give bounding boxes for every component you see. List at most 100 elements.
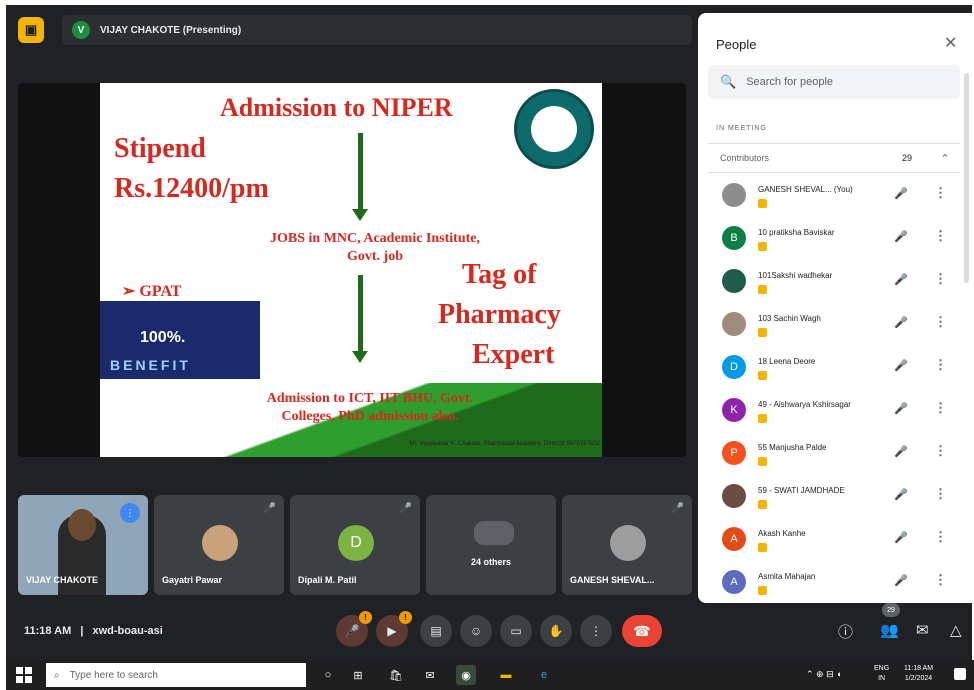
more-options-icon[interactable]: ⋮	[934, 443, 947, 459]
contributor-badge-icon	[758, 457, 767, 466]
more-options-icon[interactable]: ⋮	[934, 271, 947, 287]
participant-name: 101Sakshi wadhekar	[758, 271, 833, 280]
notification-icon[interactable]	[954, 668, 966, 680]
contributors-label: Contributors	[720, 153, 770, 163]
mail-icon[interactable]: ✉	[420, 665, 440, 685]
participant-row[interactable]: B 10 pratiksha Baviskar 🎤 ⋮	[698, 220, 964, 263]
mic-off-icon: 🎤	[894, 403, 908, 415]
mic-off-icon: 🎤	[894, 317, 908, 329]
present-button[interactable]: ▭	[500, 615, 532, 647]
slide-footer: Mr. Vijaykumar K. Chakote. Pharmastar Ac…	[409, 441, 600, 447]
participant-tile[interactable]: 🎤 GANESH SHEVAL...	[562, 495, 692, 595]
info-icon[interactable]: ⓘ	[838, 621, 853, 642]
emoji-button[interactable]: ☺	[460, 615, 492, 647]
more-options-button[interactable]: ⋮	[580, 615, 612, 647]
language-indicator[interactable]: ENG IN	[874, 664, 889, 684]
chrome-icon[interactable]: ◉	[456, 665, 476, 685]
self-video-head	[68, 509, 96, 541]
participant-row[interactable]: 101Sakshi wadhekar 🎤 ⋮	[698, 263, 964, 306]
meeting-info: 11:18 AM | xwd-boau-asi	[24, 625, 163, 637]
mic-button[interactable]: 🎤!	[336, 611, 372, 647]
participant-tile[interactable]: 🎤 D Dipali M. Patil	[290, 495, 420, 595]
others-count: 24 others	[470, 557, 512, 567]
slide-admission-line1: Admission to ICT, IIT BHU, Govt.	[266, 391, 474, 406]
captions-button[interactable]: ▤	[420, 615, 452, 647]
more-options-icon[interactable]: ⋮	[934, 357, 947, 373]
participant-row[interactable]: K 49 - Aishwarya Kshirsagar 🎤 ⋮	[698, 392, 964, 435]
file-explorer-icon[interactable]: ▬	[496, 665, 516, 685]
participant-row[interactable]: 59 - SWATI JAMDHADE 🎤 ⋮	[698, 478, 964, 521]
contributor-badge-icon	[758, 285, 767, 294]
search-icon: ⌕	[54, 669, 60, 681]
activities-icon[interactable]: △	[950, 621, 962, 639]
windows-start-icon[interactable]	[16, 667, 32, 683]
avatar	[202, 525, 238, 561]
group-avatars-icon	[474, 521, 514, 545]
store-icon[interactable]: 🛍	[386, 665, 406, 685]
benefit-percent: 100%.	[140, 329, 186, 346]
contributor-badge-icon	[758, 242, 767, 251]
slide-tag-line3: Expert	[472, 339, 555, 370]
presentation-stage: Admission to NIPER Stipend Rs.12400/pm J…	[18, 83, 686, 457]
avatar	[722, 312, 746, 336]
chevron-up-icon[interactable]: ⌃	[930, 152, 960, 165]
people-icon[interactable]: 👥	[880, 621, 899, 639]
participant-row[interactable]: P 55 Manjusha Palde 🎤 ⋮	[698, 435, 964, 478]
search-input[interactable]	[746, 76, 947, 88]
participant-row[interactable]: GANESH SHEVAL... (You) 🎤 ⋮	[698, 177, 964, 220]
participant-row[interactable]: 103 Sachin Wagh 🎤 ⋮	[698, 306, 964, 349]
more-options-icon[interactable]: ⋮	[934, 185, 947, 201]
participant-tile-others[interactable]: 24 others	[426, 495, 556, 595]
contributors-count: 29	[902, 153, 913, 163]
presenter-avatar: V	[72, 21, 90, 39]
panel-title: People	[716, 37, 757, 52]
mic-off-icon: 🎤	[399, 503, 412, 514]
contributor-badge-icon	[758, 543, 767, 552]
avatar: D	[722, 355, 746, 379]
taskbar-clock[interactable]: 11:18 AM 1/2/2024	[904, 664, 933, 684]
participant-row[interactable]: D 18 Leena Deore 🎤 ⋮	[698, 349, 964, 392]
contributors-group[interactable]: Contributors 29 ⌃	[708, 143, 960, 173]
language-region: IN	[878, 675, 886, 682]
more-options-icon[interactable]: ⋮	[934, 228, 947, 244]
participant-row[interactable]: A Asmita Mahajan 🎤 ⋮	[698, 564, 964, 603]
avatar: B	[722, 226, 746, 250]
avatar: A	[722, 527, 746, 551]
down-arrow-icon	[358, 133, 363, 213]
participant-row[interactable]: A Akash Kanhe 🎤 ⋮	[698, 521, 964, 564]
participant-tile-self[interactable]: ⋮ VIJAY CHAKOTE	[18, 495, 148, 595]
participant-name: 103 Sachin Wagh	[758, 314, 821, 323]
close-icon[interactable]: ✕	[944, 33, 957, 53]
avatar: A	[722, 570, 746, 594]
presenter-chip[interactable]: V VIJAY CHAKOTE (Presenting)	[62, 15, 692, 45]
end-call-button[interactable]: ☎	[622, 615, 662, 647]
benefit-word: BENEFIT	[110, 357, 191, 373]
taskbar-search[interactable]: ⌕ Type here to search	[46, 663, 306, 687]
more-options-icon[interactable]: ⋮	[934, 486, 947, 502]
people-search[interactable]: 🔍	[708, 65, 960, 99]
tile-name: GANESH SHEVAL...	[570, 575, 655, 585]
benefit-image: 100%. BENEFIT	[100, 301, 260, 379]
more-options-icon[interactable]: ⋮	[934, 400, 947, 416]
more-options-icon[interactable]: ⋮	[934, 572, 947, 588]
cortana-icon[interactable]: ○	[318, 665, 338, 685]
raise-hand-button[interactable]: ✋	[540, 615, 572, 647]
camera-button[interactable]: ▶!	[376, 611, 412, 647]
slide-title: Admission to NIPER	[220, 93, 453, 122]
contributor-badge-icon	[758, 371, 767, 380]
academy-logo-icon	[514, 89, 594, 169]
task-view-icon[interactable]: ⊞	[348, 665, 368, 685]
participant-tile[interactable]: 🎤 Gayatri Pawar	[154, 495, 284, 595]
meet-logo-icon[interactable]: ▣	[18, 17, 44, 43]
chat-icon[interactable]: ✉	[916, 621, 929, 639]
participant-name: GANESH SHEVAL... (You)	[758, 185, 853, 194]
scrollbar[interactable]	[964, 73, 969, 283]
mic-off-icon: 🎤	[671, 503, 684, 514]
more-options-icon[interactable]: ⋮	[934, 314, 947, 330]
more-options-icon[interactable]: ⋮	[934, 529, 947, 545]
mic-off-icon: 🎤	[263, 503, 276, 514]
system-tray-icons[interactable]: ⌃ ⊕ ⊟ ◖	[806, 669, 842, 680]
warning-icon: !	[399, 611, 412, 624]
participant-count-badge: 29	[882, 603, 900, 617]
edge-icon[interactable]: e	[534, 665, 554, 685]
